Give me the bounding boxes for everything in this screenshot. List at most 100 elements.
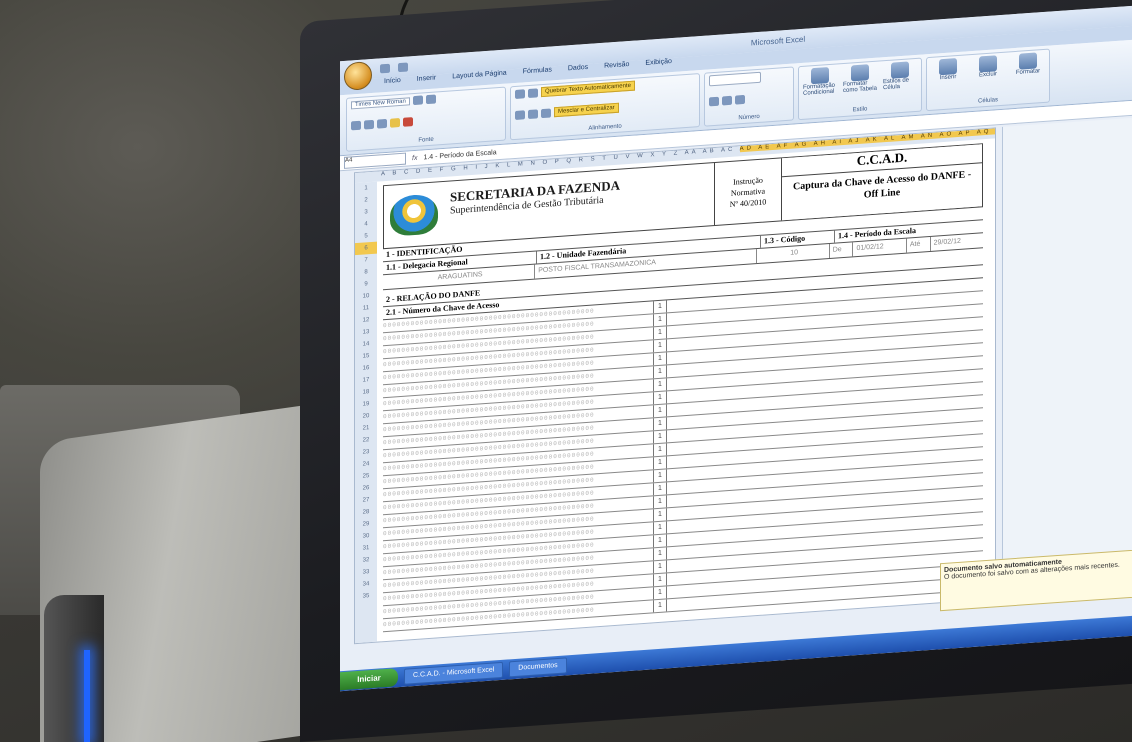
side-pane — [1002, 117, 1132, 597]
row-marker: 1 — [653, 560, 666, 574]
format-as-table-label: Formatar como Tabela — [843, 80, 877, 95]
format-cells-label: Formatar — [1015, 68, 1041, 76]
comma-icon[interactable] — [735, 94, 745, 105]
row-headers: 1 2 3 4 5 6 7 8 9 10 11 12 13 14 15 16 17 18 19 20 21 22 23 24 2… — [355, 181, 377, 644]
row-marker: 1 — [653, 391, 666, 405]
save-icon[interactable] — [380, 63, 390, 73]
wrap-text-button[interactable]: Quebrar Texto Automaticamente — [541, 80, 635, 98]
group-font: Times New Roman Fonte — [346, 86, 506, 152]
row-marker: 1 — [653, 469, 666, 483]
photo-scene: Microsoft Excel Início Inserir Layout da… — [0, 0, 1132, 742]
start-button[interactable]: Iniciar — [340, 668, 398, 691]
conditional-formatting-icon — [811, 67, 829, 85]
row-marker: 1 — [653, 443, 666, 457]
row-header[interactable]: 35 — [355, 590, 377, 604]
format-as-table-button[interactable]: Formatar como Tabela — [843, 64, 877, 94]
pc-tower-front — [44, 595, 104, 742]
row-marker: 1 — [653, 365, 666, 379]
delete-cells-button[interactable]: Excluir — [971, 55, 1005, 79]
row-marker: 1 — [653, 547, 666, 561]
section-relation: 2 - RELAÇÃO DO DANFE 2.1 - Número da Cha… — [383, 252, 983, 633]
font-color-icon[interactable] — [403, 117, 413, 127]
align-right-icon[interactable] — [541, 107, 551, 118]
undo-icon[interactable] — [398, 61, 408, 72]
align-left-icon[interactable] — [515, 109, 525, 120]
period-to-label: Até — [905, 236, 930, 253]
name-box[interactable]: A4 — [344, 152, 406, 169]
row-marker: 1 — [653, 534, 666, 548]
state-logo — [384, 182, 444, 248]
group-cells-label: Células — [977, 97, 998, 105]
format-cells-icon — [1019, 52, 1037, 70]
group-cells: Inserir Excluir Formatar Células — [926, 48, 1050, 112]
cell-styles-icon — [891, 61, 909, 79]
row-marker: 1 — [653, 495, 666, 509]
number-format-icon[interactable] — [709, 71, 761, 87]
worksheet[interactable]: A B C D E F G H I J K L M N O P Q R S T … — [354, 127, 996, 645]
row-marker: 1 — [653, 456, 666, 470]
group-alignment: Quebrar Texto Automaticamente Mesclar e … — [510, 73, 700, 141]
taskbar-item-folder[interactable]: Documentos — [509, 657, 567, 678]
insert-cells-icon — [939, 58, 957, 76]
tab-formulas[interactable]: Fórmulas — [523, 66, 552, 82]
group-styles-label: Estilo — [852, 106, 868, 114]
row-marker: 1 — [653, 521, 666, 535]
period-to[interactable]: 29/02/12 — [929, 233, 983, 251]
tab-data[interactable]: Dados — [568, 64, 588, 79]
grow-font-icon[interactable] — [412, 95, 423, 106]
insert-cells-button[interactable]: Inserir — [931, 57, 965, 81]
monitor: Microsoft Excel Início Inserir Layout da… — [300, 0, 1132, 742]
instruction-line-3: Nº 40/2010 — [729, 196, 767, 209]
row-marker: 1 — [653, 352, 666, 366]
underline-icon[interactable] — [377, 118, 387, 129]
row-marker: 1 — [653, 378, 666, 392]
row-marker: 1 — [653, 339, 666, 353]
screen: Microsoft Excel Início Inserir Layout da… — [340, 5, 1132, 692]
shrink-font-icon[interactable] — [425, 94, 436, 105]
italic-icon[interactable] — [364, 119, 374, 130]
row-marker: 1 — [653, 430, 666, 444]
row-marker: 1 — [653, 313, 666, 327]
taskbar-item-excel[interactable]: C.C.A.D. - Microsoft Excel — [404, 661, 504, 685]
format-cells-button[interactable]: Formatar — [1011, 52, 1045, 76]
conditional-formatting-button[interactable]: Formatação Condicional — [803, 66, 837, 97]
row-marker: 1 — [653, 300, 666, 314]
row-marker: 1 — [653, 586, 666, 600]
currency-icon[interactable] — [709, 96, 719, 107]
ccad-form: SECRETARIA DA FAZENDA Superintendência d… — [383, 143, 983, 633]
row-marker: 1 — [653, 599, 666, 613]
period-from-label: De — [828, 242, 853, 259]
merge-center-button[interactable]: Mesclar e Centralizar — [554, 102, 619, 118]
cell-styles-button[interactable]: Estilos de Célula — [883, 61, 917, 91]
fx-icon[interactable]: fx — [412, 154, 417, 161]
row-marker: 1 — [653, 404, 666, 418]
delete-cells-label: Excluir — [978, 71, 997, 79]
period-from[interactable]: 01/02/12 — [852, 238, 906, 257]
conditional-formatting-label: Formatação Condicional — [803, 82, 836, 97]
align-middle-icon[interactable] — [528, 87, 538, 98]
delete-cells-icon — [979, 55, 997, 73]
group-number: Número — [704, 66, 794, 127]
tab-view[interactable]: Exibição — [645, 58, 671, 74]
tab-insert[interactable]: Inserir — [417, 74, 436, 89]
bold-icon[interactable] — [351, 120, 361, 131]
group-number-label: Número — [738, 113, 760, 122]
align-center-icon[interactable] — [528, 108, 538, 119]
power-led — [84, 650, 90, 742]
fill-color-icon[interactable] — [390, 118, 400, 128]
percent-icon[interactable] — [722, 95, 732, 106]
row-marker: 1 — [653, 417, 666, 431]
row-marker: 1 — [653, 326, 666, 340]
instruction-block: Instrução Normativa Nº 40/2010 — [714, 158, 782, 226]
insert-cells-label: Inserir — [939, 74, 957, 82]
align-top-icon[interactable] — [515, 88, 525, 99]
cell-styles-label: Estilos de Célula — [883, 77, 910, 92]
formula-input[interactable]: 1.4 - Período da Escala — [423, 149, 496, 161]
row-marker: 1 — [653, 573, 666, 587]
window-title: Microsoft Excel — [750, 34, 806, 47]
font-name-select[interactable]: Times New Roman — [351, 96, 410, 109]
tab-home[interactable]: Início — [384, 77, 401, 92]
tab-review[interactable]: Revisão — [604, 61, 629, 77]
relation-rows: 0000000000000000000000000000000000000000… — [383, 278, 983, 633]
coat-of-arms-icon — [390, 193, 438, 237]
